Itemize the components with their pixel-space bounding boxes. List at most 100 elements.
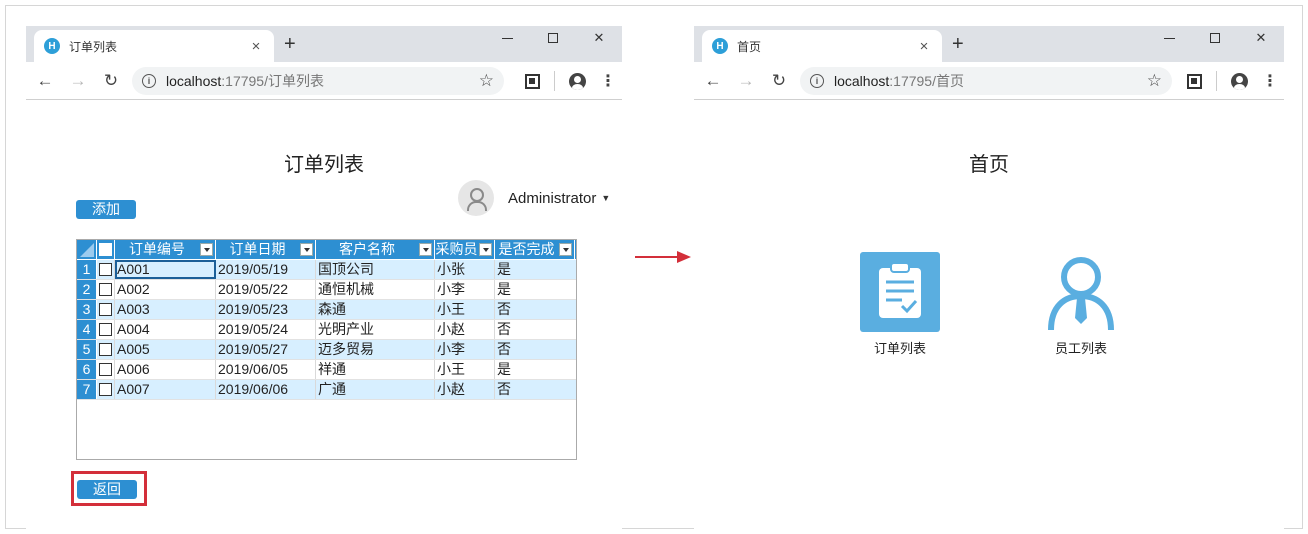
orders-grid[interactable]: 订单编号 订单日期 客户名称 采购员 是否完成 1 A001 2019/05/1… xyxy=(76,239,577,460)
cell-done[interactable]: 是 xyxy=(495,260,575,279)
cell-buyer[interactable]: 小赵 xyxy=(435,380,495,399)
bookmark-star-icon[interactable]: ☆ xyxy=(1147,71,1162,91)
info-icon[interactable]: i xyxy=(142,74,156,88)
filter-dropdown-icon[interactable] xyxy=(559,243,572,256)
column-header-customer[interactable]: 客户名称 xyxy=(316,240,435,259)
add-button[interactable]: 添加 xyxy=(76,200,136,219)
close-window-button[interactable]: ✕ xyxy=(576,26,622,50)
column-header-buyer[interactable]: 采购员 xyxy=(435,240,495,259)
new-tab-button[interactable]: + xyxy=(952,34,964,54)
profile-icon[interactable] xyxy=(1231,72,1248,90)
back-arrow-icon[interactable]: ← xyxy=(699,71,727,91)
row-checkbox[interactable] xyxy=(99,343,112,356)
cell-order-date[interactable]: 2019/05/23 xyxy=(216,300,316,319)
tab-orders[interactable]: H 订单列表 × xyxy=(34,30,274,62)
cell-customer[interactable]: 广通 xyxy=(316,380,435,399)
extension-icon[interactable] xyxy=(1187,73,1202,89)
back-button[interactable]: 返回 xyxy=(77,480,137,499)
tab-home[interactable]: H 首页 × xyxy=(702,30,942,62)
filter-dropdown-icon[interactable] xyxy=(300,243,313,256)
cell-done[interactable]: 否 xyxy=(495,340,575,359)
cell-buyer[interactable]: 小张 xyxy=(435,260,495,279)
row-number[interactable]: 2 xyxy=(77,280,97,299)
column-header-done[interactable]: 是否完成 xyxy=(495,240,575,259)
minimize-button[interactable] xyxy=(484,26,530,50)
reload-icon[interactable]: ↻ xyxy=(97,71,125,91)
cell-order-id[interactable]: A004 xyxy=(115,320,216,339)
cell-done[interactable]: 否 xyxy=(495,300,575,319)
cell-order-id[interactable]: A006 xyxy=(115,360,216,379)
cell-order-id[interactable]: A007 xyxy=(115,380,216,399)
reload-icon[interactable]: ↻ xyxy=(765,71,793,91)
cell-order-id[interactable]: A001 xyxy=(115,260,216,279)
menu-dots-icon[interactable]: ⋮ xyxy=(1262,71,1278,91)
forward-arrow-icon[interactable]: → xyxy=(732,71,760,91)
cell-order-date[interactable]: 2019/05/24 xyxy=(216,320,316,339)
cell-done[interactable]: 是 xyxy=(495,360,575,379)
cell-customer[interactable]: 祥通 xyxy=(316,360,435,379)
row-number[interactable]: 1 xyxy=(77,260,97,279)
cell-order-id[interactable]: A003 xyxy=(115,300,216,319)
table-row[interactable]: 2 A002 2019/05/22 通恒机械 小李 是 xyxy=(77,280,576,300)
address-bar[interactable]: i localhost:17795/订单列表 ☆ xyxy=(132,67,504,95)
table-row[interactable]: 3 A003 2019/05/23 森通 小王 否 xyxy=(77,300,576,320)
filter-dropdown-icon[interactable] xyxy=(419,243,432,256)
column-header-id[interactable]: 订单编号 xyxy=(115,240,216,259)
new-tab-button[interactable]: + xyxy=(284,34,296,54)
cell-customer[interactable]: 森通 xyxy=(316,300,435,319)
extension-icon[interactable] xyxy=(525,73,540,89)
profile-icon[interactable] xyxy=(569,72,586,90)
cell-buyer[interactable]: 小王 xyxy=(435,300,495,319)
row-checkbox[interactable] xyxy=(99,363,112,376)
cell-done[interactable]: 否 xyxy=(495,320,575,339)
maximize-button[interactable] xyxy=(1192,26,1238,50)
row-checkbox[interactable] xyxy=(99,383,112,396)
cell-order-date[interactable]: 2019/05/22 xyxy=(216,280,316,299)
filter-dropdown-icon[interactable] xyxy=(479,243,492,256)
filter-dropdown-icon[interactable] xyxy=(200,243,213,256)
cell-order-date[interactable]: 2019/05/27 xyxy=(216,340,316,359)
row-number[interactable]: 4 xyxy=(77,320,97,339)
cell-buyer[interactable]: 小李 xyxy=(435,340,495,359)
cell-order-id[interactable]: A002 xyxy=(115,280,216,299)
bookmark-star-icon[interactable]: ☆ xyxy=(479,71,494,91)
row-checkbox[interactable] xyxy=(99,263,112,276)
table-row[interactable]: 1 A001 2019/05/19 国顶公司 小张 是 xyxy=(77,260,576,280)
row-number[interactable]: 7 xyxy=(77,380,97,399)
cell-order-id[interactable]: A005 xyxy=(115,340,216,359)
info-icon[interactable]: i xyxy=(810,74,824,88)
cell-customer[interactable]: 通恒机械 xyxy=(316,280,435,299)
cell-order-date[interactable]: 2019/06/05 xyxy=(216,360,316,379)
address-bar[interactable]: i localhost:17795/首页 ☆ xyxy=(800,67,1172,95)
cell-buyer[interactable]: 小李 xyxy=(435,280,495,299)
column-header-date[interactable]: 订单日期 xyxy=(216,240,316,259)
row-checkbox[interactable] xyxy=(99,323,112,336)
table-row[interactable]: 5 A005 2019/05/27 迈多贸易 小李 否 xyxy=(77,340,576,360)
maximize-button[interactable] xyxy=(530,26,576,50)
tile-staff[interactable]: 员工列表 xyxy=(1031,252,1131,357)
minimize-button[interactable] xyxy=(1146,26,1192,50)
cell-order-date[interactable]: 2019/06/06 xyxy=(216,380,316,399)
table-row[interactable]: 4 A004 2019/05/24 光明产业 小赵 否 xyxy=(77,320,576,340)
cell-buyer[interactable]: 小王 xyxy=(435,360,495,379)
cell-customer[interactable]: 国顶公司 xyxy=(316,260,435,279)
close-window-button[interactable]: ✕ xyxy=(1238,26,1284,50)
row-checkbox[interactable] xyxy=(99,283,112,296)
back-arrow-icon[interactable]: ← xyxy=(31,71,59,91)
cell-order-date[interactable]: 2019/05/19 xyxy=(216,260,316,279)
tab-close-icon[interactable]: × xyxy=(916,38,932,55)
cell-customer[interactable]: 光明产业 xyxy=(316,320,435,339)
menu-dots-icon[interactable]: ⋮ xyxy=(600,71,616,91)
select-all-corner[interactable] xyxy=(77,240,97,259)
cell-customer[interactable]: 迈多贸易 xyxy=(316,340,435,359)
tile-orders[interactable]: 订单列表 xyxy=(850,252,950,357)
row-checkbox[interactable] xyxy=(99,303,112,316)
cell-done[interactable]: 是 xyxy=(495,280,575,299)
header-checkbox[interactable] xyxy=(99,243,112,256)
table-row[interactable]: 7 A007 2019/06/06 广通 小赵 否 xyxy=(77,380,576,400)
cell-done[interactable]: 否 xyxy=(495,380,575,399)
row-number[interactable]: 6 xyxy=(77,360,97,379)
row-number[interactable]: 5 xyxy=(77,340,97,359)
tab-close-icon[interactable]: × xyxy=(248,38,264,55)
row-number[interactable]: 3 xyxy=(77,300,97,319)
